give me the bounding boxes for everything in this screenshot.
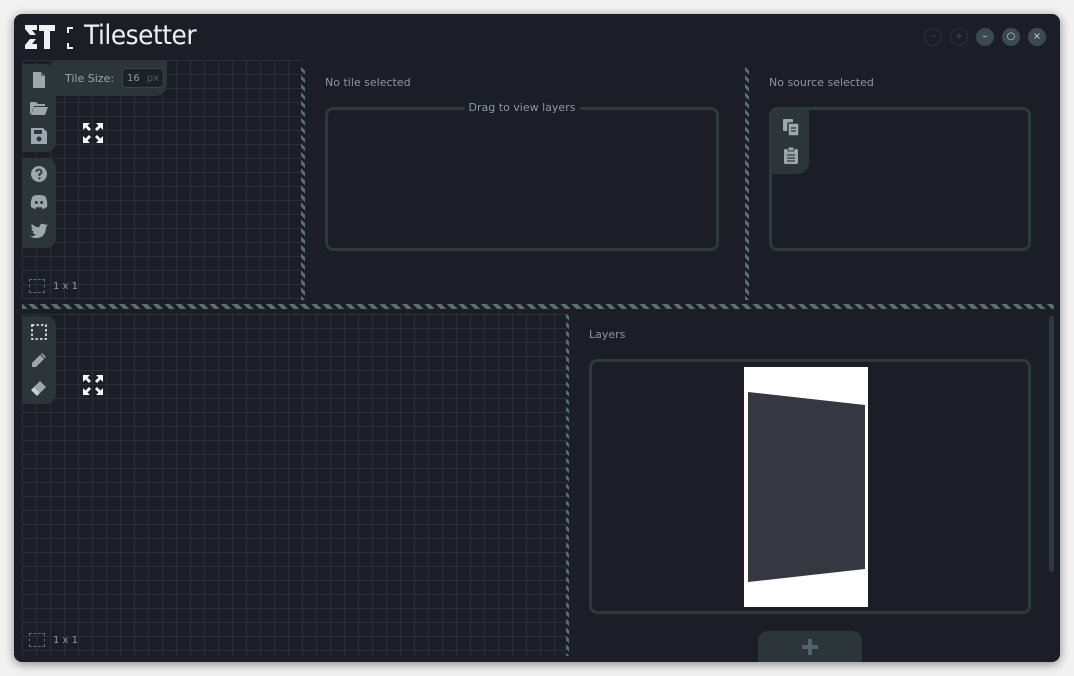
open-folder-icon[interactable] bbox=[29, 98, 49, 118]
layer-preview-shape bbox=[748, 392, 865, 582]
add-layer-button[interactable] bbox=[758, 631, 862, 662]
app-logo-icon bbox=[25, 25, 55, 49]
paste-icon[interactable] bbox=[781, 145, 801, 165]
twitter-icon[interactable] bbox=[29, 220, 49, 240]
discord-icon[interactable] bbox=[29, 192, 49, 212]
source-toolbar bbox=[772, 110, 809, 174]
select-icon[interactable] bbox=[29, 322, 49, 342]
divider-vertical-left[interactable] bbox=[301, 66, 305, 300]
tile-layers-legend: Drag to view layers bbox=[464, 101, 580, 114]
zoom-out-button[interactable]: − bbox=[924, 28, 942, 46]
copy-icon[interactable] bbox=[781, 117, 801, 137]
maximize-button[interactable]: ○ bbox=[1002, 28, 1020, 46]
close-button[interactable]: × bbox=[1028, 28, 1046, 46]
selection-size-bottom: 1 x 1 bbox=[29, 633, 78, 647]
layers-scrollbar[interactable] bbox=[1049, 316, 1054, 572]
bracket-icon bbox=[67, 27, 73, 49]
selection-size-label: 1 x 1 bbox=[53, 634, 78, 646]
selection-size-label: 1 x 1 bbox=[53, 280, 78, 292]
eraser-icon[interactable] bbox=[29, 378, 49, 398]
divider-horizontal[interactable] bbox=[22, 304, 1054, 309]
selection-box-icon bbox=[29, 279, 45, 293]
source-status: No source selected bbox=[769, 76, 874, 89]
window-controls: − + – ○ × bbox=[924, 28, 1046, 46]
selection-box-icon bbox=[29, 633, 45, 647]
save-icon[interactable] bbox=[29, 126, 49, 146]
selection-size-top: 1 x 1 bbox=[29, 279, 78, 293]
minimize-button[interactable]: – bbox=[976, 28, 994, 46]
tilemap-canvas[interactable] bbox=[22, 314, 566, 656]
help-icon[interactable] bbox=[29, 164, 49, 184]
layers-label: Layers bbox=[589, 328, 626, 341]
tile-size-unit: px bbox=[146, 72, 160, 84]
plus-icon bbox=[802, 639, 818, 655]
zoom-in-button[interactable]: + bbox=[950, 28, 968, 46]
app-title: Tilesetter bbox=[84, 20, 197, 51]
help-toolbar bbox=[22, 158, 56, 248]
fit-view-icon[interactable] bbox=[82, 122, 104, 144]
divider-vertical-right[interactable] bbox=[745, 66, 749, 300]
tile-size-input[interactable]: 16 px bbox=[122, 68, 165, 88]
tileset-canvas[interactable] bbox=[22, 60, 302, 300]
tile-size-value: 16 bbox=[127, 72, 140, 84]
tile-size-control: Tile Size: 16 px bbox=[52, 60, 167, 96]
tile-layers-box[interactable]: Drag to view layers bbox=[325, 101, 719, 251]
new-file-icon[interactable] bbox=[29, 70, 49, 90]
drawing-toolbar bbox=[22, 316, 56, 404]
layers-box[interactable] bbox=[589, 359, 1031, 614]
tile-size-label: Tile Size: bbox=[65, 71, 115, 85]
app-window: Tilesetter − + – ○ × Tile Size: 16 px 1 … bbox=[14, 14, 1060, 662]
file-toolbar bbox=[22, 64, 56, 152]
tile-status: No tile selected bbox=[325, 76, 411, 89]
pencil-icon[interactable] bbox=[29, 350, 49, 370]
fit-view-icon[interactable] bbox=[82, 374, 104, 396]
layer-preview[interactable] bbox=[744, 367, 868, 607]
